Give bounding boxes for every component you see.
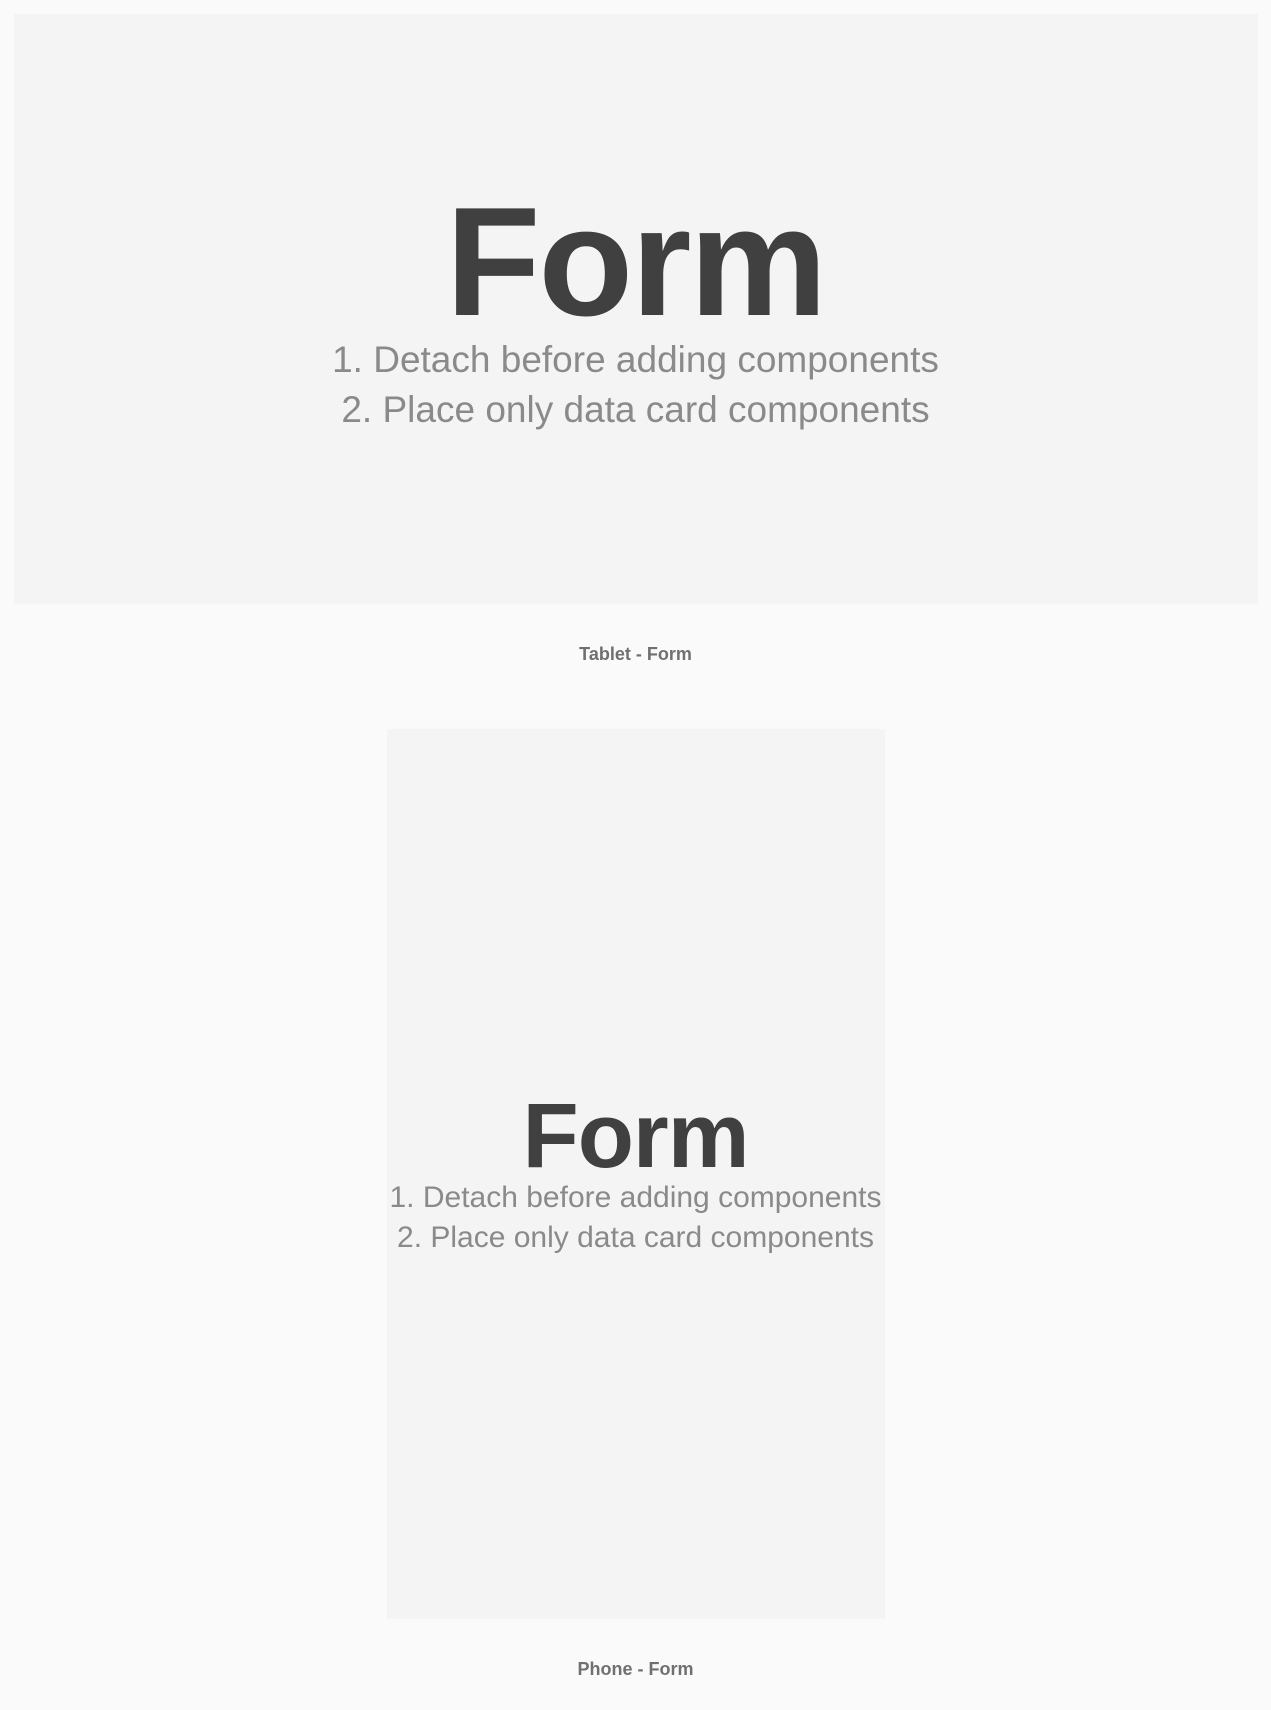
tablet-instruction-list: 1. Detach before adding components 2. Pl… <box>332 335 939 435</box>
phone-instruction-1: 1. Detach before adding components <box>390 1178 882 1219</box>
tablet-instruction-1: 1. Detach before adding components <box>332 335 939 385</box>
tablet-form-placeholder: Form 1. Detach before adding components … <box>14 14 1258 604</box>
tablet-form-title: Form <box>446 184 826 339</box>
tablet-caption: Tablet - Form <box>12 644 1259 665</box>
phone-instruction-list: 1. Detach before adding components 2. Pl… <box>390 1178 882 1259</box>
tablet-instruction-2: 2. Place only data card components <box>332 385 939 435</box>
phone-form-placeholder: Form 1. Detach before adding components … <box>387 729 885 1619</box>
phone-caption: Phone - Form <box>12 1659 1259 1680</box>
phone-instruction-2: 2. Place only data card components <box>390 1218 882 1259</box>
phone-form-title: Form <box>523 1090 749 1182</box>
